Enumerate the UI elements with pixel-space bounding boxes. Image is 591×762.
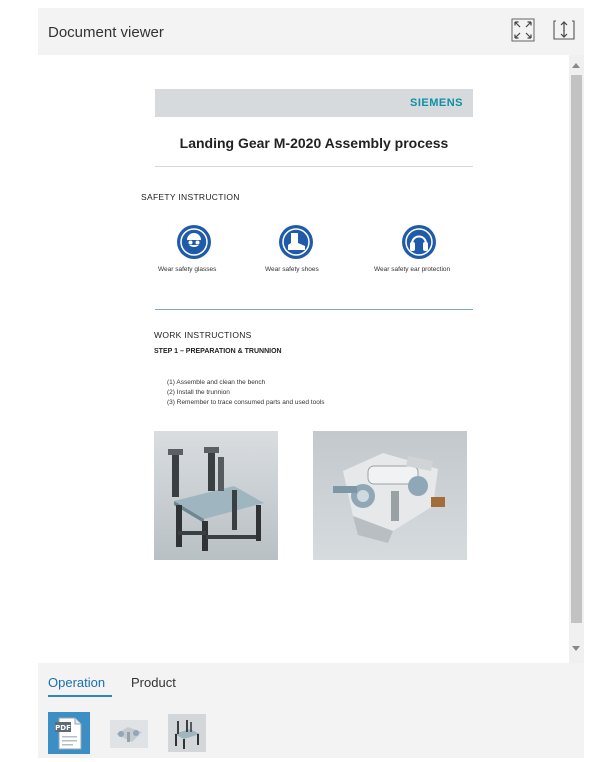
thumbnail-pdf[interactable]: PDF — [48, 712, 90, 754]
safety-shoes-icon — [279, 225, 313, 259]
scrollbar-thumb[interactable] — [571, 75, 582, 623]
scroll-down-icon[interactable] — [572, 646, 580, 651]
landing-gear-image — [313, 431, 467, 560]
document-title: Landing Gear M-2020 Assembly process — [179, 135, 449, 151]
document-header-bar: SIEMENS — [155, 89, 473, 117]
vertical-scrollbar[interactable] — [569, 55, 584, 663]
divider — [155, 166, 473, 167]
safety-caption: Wear safety glasses — [158, 266, 217, 273]
thumbnail-part[interactable] — [108, 712, 150, 754]
pdf-file-icon: PDF — [55, 717, 82, 750]
expand-icon — [511, 18, 535, 42]
svg-text:PDF: PDF — [55, 724, 71, 732]
instruction-line: (2) Install the trunnion — [167, 389, 230, 396]
bottom-tabs-panel: Operation Product PDF — [38, 663, 584, 758]
active-tab-indicator — [48, 695, 112, 697]
safety-caption: Wear safety shoes — [265, 266, 319, 273]
tab-product[interactable]: Product — [131, 675, 176, 690]
thumbnail-fixture[interactable] — [166, 712, 208, 754]
bench-image — [154, 431, 278, 560]
fixture-model-icon — [168, 714, 206, 752]
safety-heading: SAFETY INSTRUCTION — [141, 192, 240, 202]
work-instructions-heading: WORK INSTRUCTIONS — [154, 330, 252, 340]
panel-title: Document viewer — [48, 24, 164, 41]
document-canvas[interactable]: SIEMENS Landing Gear M-2020 Assembly pro… — [38, 55, 584, 663]
instruction-line: (3) Remember to trace consumed parts and… — [167, 399, 325, 406]
brand-logo-text: SIEMENS — [409, 97, 463, 109]
scroll-up-icon[interactable] — [572, 63, 580, 68]
popout-icon — [553, 20, 575, 40]
safety-glasses-icon — [177, 225, 211, 259]
instruction-line: (1) Assemble and clean the bench — [167, 379, 266, 386]
safety-caption: Wear safety ear protection — [374, 266, 451, 273]
tab-operation[interactable]: Operation — [48, 675, 105, 690]
panel-header: Document viewer — [38, 8, 584, 55]
document-viewer-panel: Document viewer SIEMENS Landing Gear M-2 — [38, 8, 584, 758]
ear-protection-icon — [402, 225, 436, 259]
divider — [155, 309, 473, 310]
maximize-button[interactable] — [511, 18, 535, 42]
part-model-icon — [110, 720, 148, 748]
undock-button[interactable] — [552, 18, 576, 42]
step-heading: STEP 1 – PREPARATION & TRUNNION — [154, 348, 282, 355]
